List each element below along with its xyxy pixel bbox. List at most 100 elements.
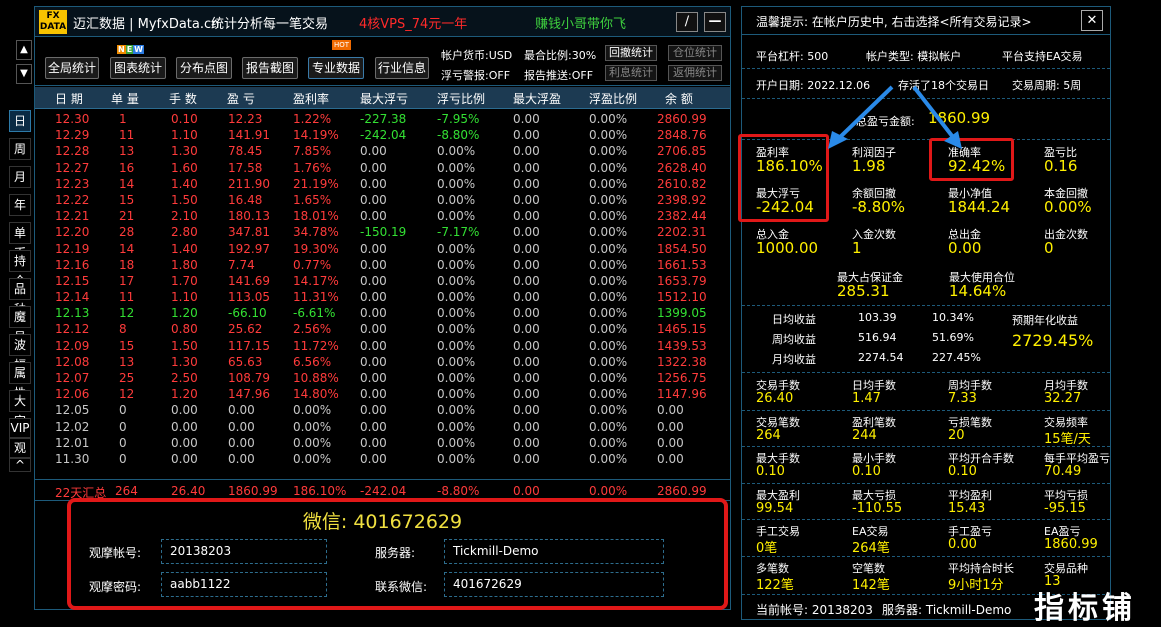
- nav-item-7[interactable]: 魔号: [9, 306, 31, 344]
- grid-value: 264笔: [852, 541, 890, 556]
- nav-item-5[interactable]: 持仓: [9, 250, 31, 288]
- nav-item-6[interactable]: 品种: [9, 278, 31, 316]
- cell: 16: [119, 160, 135, 175]
- table-row[interactable]: 12.02 0 0.00 0.00 0.00% 0.00 0.00% 0.00 0.00% 0.0…: [35, 419, 730, 435]
- cell: 12.13: [55, 306, 90, 321]
- table-row[interactable]: 12.19 14 1.40 192.97 19.30% 0.00 0.00% 0.00 0.00…: [35, 241, 730, 257]
- table-row[interactable]: 12.21 21 2.10 180.13 18.01% 0.00 0.00% 0.00 0.00…: [35, 208, 730, 224]
- table-row[interactable]: 12.15 17 1.70 141.69 14.17% 0.00 0.00% 0.00 0.00…: [35, 273, 730, 289]
- col-profit-rate[interactable]: 盈利率: [293, 90, 329, 107]
- table-row[interactable]: 11.30 0 0.00 0.00 0.00% 0.00 0.00% 0.00 0.00% 0.0…: [35, 451, 730, 467]
- col-balance[interactable]: 余 额: [665, 90, 693, 107]
- cell: 0.00: [360, 209, 387, 224]
- table-row[interactable]: 12.16 18 1.80 7.74 0.77% 0.00 0.00% 0.00 0.00% 16…: [35, 257, 730, 273]
- cell: 1854.50: [657, 241, 707, 256]
- table-row[interactable]: 12.07 25 2.50 108.79 10.88% 0.00 0.00% 0.00 0.00…: [35, 370, 730, 386]
- cell: 12.23: [228, 112, 263, 126]
- cell: 0.00: [171, 451, 198, 466]
- col-pl[interactable]: 盈 亏: [227, 90, 255, 107]
- scroll-up-button[interactable]: ▲: [16, 40, 32, 60]
- nav-item-13[interactable]: ^: [9, 458, 31, 472]
- report-screenshot-button[interactable]: 报告截图: [242, 57, 298, 79]
- nav-item-1[interactable]: 周: [9, 138, 31, 160]
- col-orders[interactable]: 单 量: [111, 90, 139, 107]
- cell: 0.00%: [589, 225, 628, 240]
- footer-account: 当前帐号: 20138203: [756, 603, 873, 617]
- table-row[interactable]: 12.29 11 1.10 141.91 14.19% -242.04 -8.80% 0.00…: [35, 127, 730, 143]
- pro-data-button[interactable]: 专业数据: [308, 57, 364, 79]
- close-icon[interactable]: ✕: [1081, 10, 1103, 31]
- nav-item-4[interactable]: 单币: [9, 222, 31, 260]
- account-currency: 帐户货币:USD: [441, 49, 513, 62]
- nav-item-8[interactable]: 波幅: [9, 334, 31, 372]
- col-max-float-profit[interactable]: 最大浮盈: [513, 90, 561, 107]
- industry-info-button[interactable]: 行业信息: [375, 57, 429, 79]
- nav-item-0[interactable]: 日: [9, 110, 31, 132]
- cell: 1: [119, 112, 127, 126]
- nav-item-3[interactable]: 年: [9, 194, 31, 216]
- cell: 25: [119, 371, 135, 385]
- col-date[interactable]: 日 期: [55, 90, 83, 107]
- cell: 0.00%: [437, 192, 476, 207]
- col-max-float-loss[interactable]: 最大浮亏: [360, 90, 408, 107]
- rebate-stats-button[interactable]: 返佣统计: [668, 65, 722, 81]
- nav-item-11[interactable]: VIP: [9, 418, 31, 438]
- col-float-loss-ratio[interactable]: 浮亏比例: [437, 90, 485, 107]
- table-row[interactable]: 12.06 12 1.20 147.96 14.80% 0.00 0.00% 0.00 0.00…: [35, 386, 730, 402]
- tip-text: 温馨提示: 在帐户历史中, 右击选择<所有交易记录>: [756, 15, 1032, 29]
- cell: 2860.99: [657, 112, 707, 126]
- chart-stats-button[interactable]: 图表统计: [110, 57, 166, 79]
- cell: 34.78%: [293, 225, 339, 240]
- grid-value: 244: [852, 427, 877, 443]
- table-row[interactable]: 12.08 13 1.30 65.63 6.56% 0.00 0.00% 0.00 0.00% 1…: [35, 354, 730, 370]
- summary-lots: 26.40: [171, 484, 206, 498]
- nav-item-2[interactable]: 月: [9, 166, 31, 188]
- global-stats-button[interactable]: 全局统计: [45, 57, 99, 79]
- cell: 0.00%: [589, 209, 628, 224]
- table-row[interactable]: 12.20 28 2.80 347.81 34.78% -150.19 -7.17% 0.00…: [35, 224, 730, 240]
- cell: 14.80%: [293, 387, 339, 402]
- cell: 0.00%: [437, 387, 476, 402]
- table-row[interactable]: 12.01 0 0.00 0.00 0.00% 0.00 0.00% 0.00 0.00% 0.0…: [35, 435, 730, 451]
- scroll-down-button[interactable]: ▼: [16, 64, 32, 84]
- cell: 0.00: [360, 306, 387, 321]
- col-lots[interactable]: 手 数: [169, 90, 197, 107]
- cell: 12.27: [55, 160, 90, 175]
- cell: 0.00%: [437, 144, 476, 159]
- cell: 2398.92: [657, 192, 707, 207]
- table-row[interactable]: 12.30 1 0.10 12.23 1.22% -227.38 -7.95% 0.00 0.0…: [35, 111, 730, 127]
- table-row[interactable]: 12.14 11 1.10 113.05 11.31% 0.00 0.00% 0.00 0.00…: [35, 289, 730, 305]
- nav-item-12[interactable]: 观摩: [9, 438, 31, 473]
- edit-icon[interactable]: ∕: [676, 12, 698, 32]
- nav-item-9[interactable]: 属性: [9, 362, 31, 400]
- minimize-button[interactable]: —: [704, 12, 726, 32]
- cell: 0.00: [360, 322, 387, 337]
- table-row[interactable]: 12.09 15 1.50 117.15 11.72% 0.00 0.00% 0.00 0.00…: [35, 338, 730, 354]
- cell: 0.00: [513, 322, 540, 337]
- col-float-profit-ratio[interactable]: 浮盈比例: [589, 90, 637, 107]
- cell: 1653.79: [657, 273, 707, 288]
- cell: 1.65%: [293, 192, 332, 207]
- nav-item-10[interactable]: 大字: [9, 390, 31, 428]
- table-row[interactable]: 12.28 13 1.30 78.45 7.85% 0.00 0.00% 0.00 0.00% 2…: [35, 143, 730, 159]
- table-row[interactable]: 12.13 12 1.20 -66.10 -6.61% 0.00 0.00% 0.00 0.00…: [35, 305, 730, 321]
- table-row[interactable]: 12.12 8 0.80 25.62 2.56% 0.00 0.00% 0.00 0.00% 14…: [35, 321, 730, 337]
- cell: 17: [119, 273, 135, 288]
- table-row[interactable]: 12.05 0 0.00 0.00 0.00% 0.00 0.00% 0.00 0.00% 0.0…: [35, 402, 730, 418]
- summary-float-profit-ratio: 0.00%: [589, 484, 628, 498]
- distribution-plot-button[interactable]: 分布点图: [176, 57, 232, 79]
- drawdown-stats-button[interactable]: 回撤统计: [605, 45, 657, 61]
- promo-vps[interactable]: 4核VPS_74元一年: [359, 13, 467, 32]
- table-row[interactable]: 12.22 15 1.50 16.48 1.65% 0.00 0.00% 0.00 0.00% 2…: [35, 192, 730, 208]
- cell: 12.28: [55, 144, 90, 159]
- cell: 12.07: [55, 371, 90, 385]
- table-row[interactable]: 12.27 16 1.60 17.58 1.76% 0.00 0.00% 0.00 0.00% 2…: [35, 160, 730, 176]
- interest-stats-button[interactable]: 利息统计: [605, 65, 657, 81]
- cell: 0.00: [657, 435, 684, 450]
- promo-money[interactable]: 赚钱小哥带你飞: [535, 13, 626, 32]
- cell: 0.00: [360, 160, 387, 175]
- table-row[interactable]: 12.23 14 1.40 211.90 21.19% 0.00 0.00% 0.00 0.00…: [35, 176, 730, 192]
- cell: 0.00%: [589, 354, 628, 369]
- position-stats-button[interactable]: 仓位统计: [668, 45, 722, 61]
- cell: 12: [119, 387, 135, 402]
